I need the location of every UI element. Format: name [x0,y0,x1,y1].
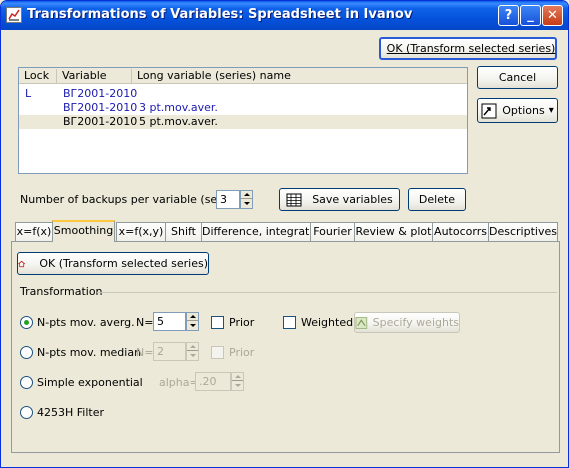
dropdown-arrow-icon: ▾ [548,105,554,116]
list-row[interactable]: BГ2001-2010 3 pt.mov.aver. [19,101,467,115]
save-variables-button[interactable]: Save variables [279,188,400,211]
tab-x-f-x[interactable]: x=f(x) [15,222,53,242]
n-equals-median-label: N= [136,346,154,359]
options-icon [481,103,497,118]
radio-4253h-filter[interactable] [20,406,33,419]
radio-n-pts-median[interactable] [20,346,33,359]
tab-shift[interactable]: Shift [165,222,202,242]
alpha-input[interactable]: .20 [195,372,231,391]
home-icon [18,260,26,267]
header-long-name[interactable]: Long variable (series) name [132,69,467,84]
prior-median-checkbox[interactable] [211,346,224,359]
ok-transform-button[interactable]: OK (Transform selected series) [379,37,557,60]
radio-n-pts-avg[interactable] [20,316,33,329]
row-variable: BГ2001-2010 [63,87,138,100]
n-median-spinner[interactable] [186,342,199,361]
list-row[interactable]: L BГ2001-2010 [19,87,467,101]
delete-button[interactable]: Delete [408,188,466,211]
row-lock: L [25,87,32,100]
row-name: 5 pt.mov.aver. [139,115,218,128]
tab-smoothing[interactable]: Smoothing [52,220,115,242]
save-variables-label: Save variables [312,193,393,206]
weights-icon [355,316,368,329]
prior-label[interactable]: Prior [229,316,254,329]
close-button[interactable]: ✕ [542,5,563,26]
ok-transform-label: OK (Transform selected series) [386,42,556,55]
backups-input[interactable]: 3 [216,190,240,209]
ok-transform-inner-label: OK (Transform selected series) [39,257,208,270]
backups-label: Number of backups per variable (series): [20,193,246,206]
help-button[interactable]: ? [498,5,519,26]
n-equals-label: N= [136,316,154,329]
spin-down-icon[interactable] [187,352,198,360]
filter-4253h-label[interactable]: 4253H Filter [37,406,104,419]
n-avg-input[interactable]: 5 [153,312,186,331]
list-row[interactable]: BГ2001-2010 5 pt.mov.aver. [19,115,467,129]
specify-weights-label: Specify weights [372,316,459,329]
weighted-label[interactable]: Weighted [301,316,353,329]
n-median-input[interactable]: 2 [153,342,186,361]
n-avg-spinner[interactable] [186,312,199,331]
transformation-group-label: Transformation [20,285,103,298]
variables-list[interactable]: Lock Variable Long variable (series) nam… [18,67,468,174]
group-divider [97,292,557,293]
tab-x-f-x-y[interactable]: x=f(x,y) [116,222,166,242]
app-icon [6,7,22,23]
spin-down-icon[interactable] [187,322,198,330]
spin-up-icon[interactable] [187,343,198,351]
tab-review-plot[interactable]: Review & plot [354,222,433,242]
tab-descriptives[interactable]: Descriptives [488,222,558,242]
n-pts-median-label[interactable]: N-pts mov. median [37,346,141,359]
row-variable: BГ2001-2010 [63,115,138,128]
n-pts-avg-label[interactable]: N-pts mov. averg. [37,316,135,329]
options-button[interactable]: Options ▾ [477,98,558,123]
tab-autocorrs[interactable]: Autocorrs [432,222,489,242]
alpha-spinner[interactable] [231,372,244,391]
title-bar[interactable]: Transformations of Variables: Spreadshee… [1,1,568,30]
simple-exponential-label[interactable]: Simple exponential [37,376,143,389]
prior-median-label[interactable]: Prior [229,346,254,359]
list-header: Lock Variable Long variable (series) nam… [19,68,467,84]
spin-up-icon[interactable] [241,191,252,199]
row-variable: BГ2001-2010 [63,101,138,114]
radio-simple-exponential[interactable] [20,376,33,389]
spin-down-icon[interactable] [241,200,252,208]
transformations-dialog: Transformations of Variables: Spreadshee… [0,0,569,468]
spin-up-icon[interactable] [187,313,198,321]
spin-up-icon[interactable] [232,373,243,381]
tab-fourier[interactable]: Fourier [310,222,355,242]
header-variable[interactable]: Variable [57,69,132,84]
tab-difference-integrate[interactable]: Difference, integrate [201,222,316,242]
minimize-button[interactable]: _ [520,5,541,26]
spreadsheet-icon [286,193,302,206]
spin-down-icon[interactable] [232,382,243,390]
specify-weights-button[interactable]: Specify weights [354,312,460,333]
backups-spinner[interactable] [240,190,253,209]
row-name: 3 pt.mov.aver. [139,101,218,114]
prior-checkbox[interactable] [211,316,224,329]
options-label: Options [502,104,545,117]
header-lock[interactable]: Lock [19,69,57,84]
weighted-checkbox[interactable] [283,316,296,329]
alpha-label: alpha= [159,376,199,389]
window-title: Transformations of Variables: Spreadshee… [27,7,413,22]
cancel-button[interactable]: Cancel [477,66,558,89]
ok-transform-inner-button[interactable]: OK (Transform selected series) [17,252,209,275]
